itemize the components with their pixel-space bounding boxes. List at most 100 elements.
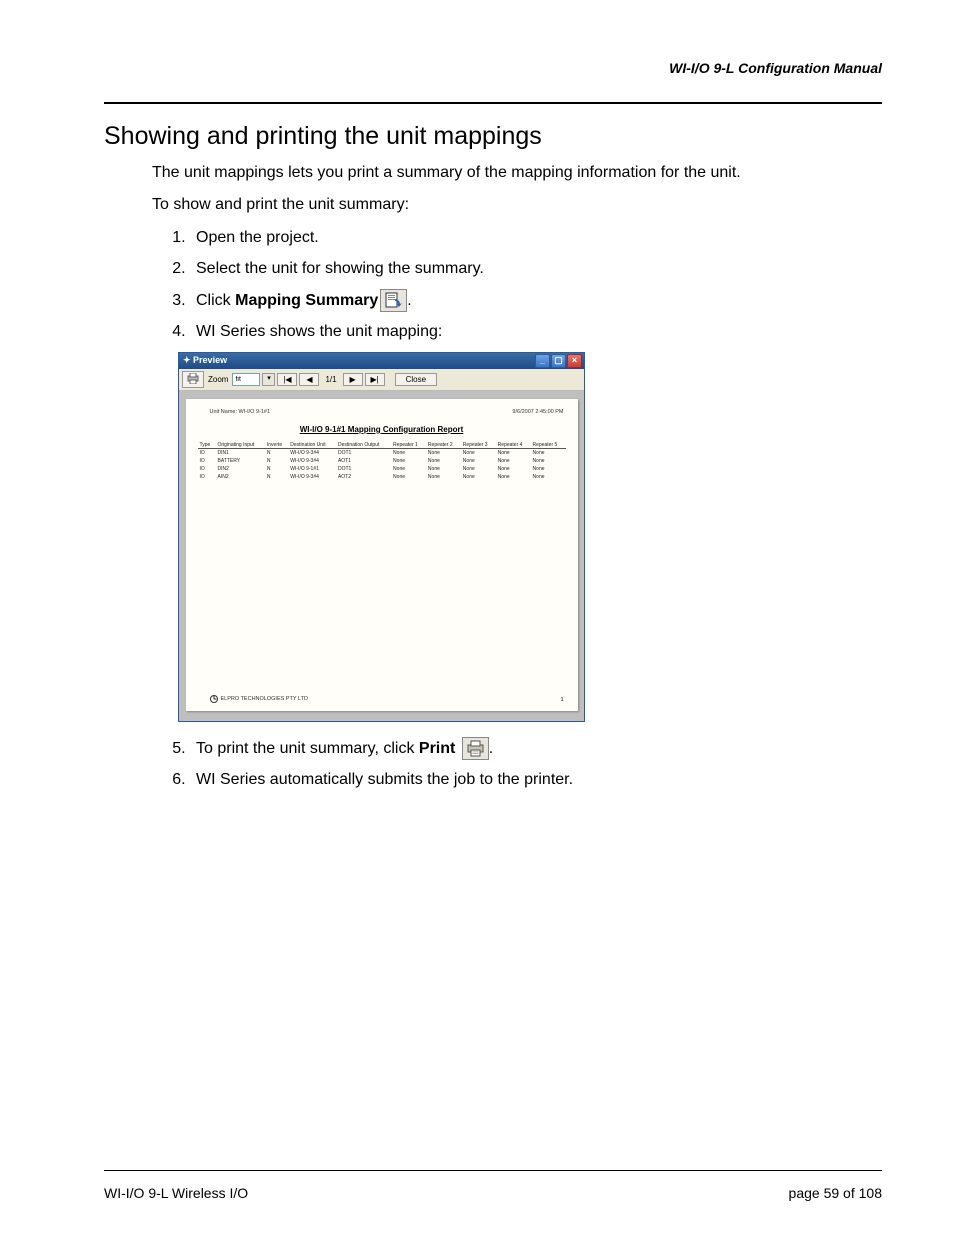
col-destu: Destination Unit [288, 440, 336, 449]
cell-destu: WI-I/O 9-1#1 [288, 465, 336, 473]
zoom-dropdown-button[interactable]: ▾ [262, 373, 275, 386]
step-5: To print the unit summary, click Print . [190, 736, 882, 762]
step-3-prefix: Click [196, 292, 235, 309]
print-icon [462, 737, 489, 760]
cell-destu: WI-I/O 9-3#4 [288, 473, 336, 481]
toolbar-print-button[interactable] [182, 371, 204, 388]
mapping-summary-icon [380, 289, 407, 312]
cell-r2: None [426, 457, 461, 465]
preview-toolbar: Zoom ▾ |◀ ◀ 1/1 ▶ ▶| Close [179, 369, 584, 391]
window-minimize-button[interactable]: _ [535, 354, 550, 368]
cell-desto: AOT2 [336, 473, 391, 481]
footer-rule [104, 1170, 882, 1171]
cell-destu: WI-I/O 9-3#4 [288, 448, 336, 457]
intro-paragraph-2: To show and print the unit summary: [152, 193, 882, 217]
col-r3: Repeater 3 [461, 440, 496, 449]
nav-first-button[interactable]: |◀ [277, 373, 297, 386]
table-row: IODIN1NWI-I/O 9-3#4DOT1NoneNoneNoneNoneN… [198, 448, 566, 457]
step-3-command: Mapping Summary [235, 292, 378, 309]
cell-inv: N [265, 448, 288, 457]
preview-titlebar: ✦ Preview _ ▢ × [179, 353, 584, 369]
step-1: Open the project. [190, 225, 882, 251]
doc-header: WI-I/O 9-L Configuration Manual [669, 60, 882, 76]
col-type: Type [198, 440, 216, 449]
nav-last-button[interactable]: ▶| [365, 373, 385, 386]
step-6: WI Series automatically submits the job … [190, 767, 882, 793]
cell-r3: None [461, 457, 496, 465]
col-r4: Repeater 4 [496, 440, 531, 449]
cell-desto: AOT1 [336, 457, 391, 465]
preview-close-button[interactable]: Close [395, 373, 437, 386]
nav-prev-button[interactable]: ◀ [299, 373, 319, 386]
step-5-suffix: . [489, 740, 493, 757]
col-r5: Repeater 5 [531, 440, 566, 449]
cell-type: IO [198, 473, 216, 481]
col-inv: Inverte [265, 440, 288, 449]
step-2: Select the unit for showing the summary. [190, 256, 882, 282]
col-desto: Destination Output [336, 440, 391, 449]
preview-title-icon: ✦ Preview [183, 355, 227, 366]
table-row: IODIN2NWI-I/O 9-1#1DOT1NoneNoneNoneNoneN… [198, 465, 566, 473]
logo-icon [210, 695, 218, 703]
cell-r1: None [391, 448, 426, 457]
report-footer-left: ELPRO TECHNOLOGIES PTY LTD [210, 695, 308, 703]
step-3: Click Mapping Summary. [190, 288, 882, 314]
footer-page-mid: of [839, 1185, 858, 1201]
cell-r5: None [531, 448, 566, 457]
cell-r3: None [461, 465, 496, 473]
report-meta-left: Unit Name: WI-I/O 9-1#1 [210, 409, 271, 415]
header-rule [104, 102, 882, 104]
intro-paragraph-1: The unit mappings lets you print a summa… [152, 161, 882, 185]
cell-r1: None [391, 473, 426, 481]
cell-orig: DIN2 [216, 465, 265, 473]
zoom-input[interactable] [232, 373, 260, 386]
cell-orig: BATTERY [216, 457, 265, 465]
footer-page-prefix: page [789, 1185, 824, 1201]
cell-orig: DIN1 [216, 448, 265, 457]
cell-r4: None [496, 465, 531, 473]
cell-type: IO [198, 448, 216, 457]
cell-r4: None [496, 448, 531, 457]
table-row: IOAIN2NWI-I/O 9-3#4AOT2NoneNoneNoneNoneN… [198, 473, 566, 481]
cell-r5: None [531, 473, 566, 481]
cell-desto: DOT1 [336, 448, 391, 457]
report-table: Type Originating Input Inverte Destinati… [198, 440, 566, 481]
cell-r3: None [461, 473, 496, 481]
table-header-row: Type Originating Input Inverte Destinati… [198, 440, 566, 449]
report-footer-left-text: ELPRO TECHNOLOGIES PTY LTD [221, 696, 308, 702]
window-close-button[interactable]: × [567, 354, 582, 368]
zoom-label: Zoom [208, 375, 228, 384]
section-heading: Showing and printing the unit mappings [104, 122, 882, 151]
footer-page-current: 59 [824, 1185, 840, 1201]
window-maximize-button[interactable]: ▢ [551, 354, 566, 368]
cell-inv: N [265, 473, 288, 481]
cell-r1: None [391, 465, 426, 473]
footer-page-total: 108 [859, 1185, 882, 1201]
footer-right: page 59 of 108 [789, 1185, 882, 1201]
step-5-command: Print [419, 740, 455, 757]
cell-desto: DOT1 [336, 465, 391, 473]
cell-inv: N [265, 465, 288, 473]
footer-left: WI-I/O 9-L Wireless I/O [104, 1185, 248, 1201]
col-r1: Repeater 1 [391, 440, 426, 449]
cell-destu: WI-I/O 9-3#4 [288, 457, 336, 465]
cell-inv: N [265, 457, 288, 465]
step-4: WI Series shows the unit mapping: [190, 319, 882, 345]
cell-r3: None [461, 448, 496, 457]
cell-r2: None [426, 448, 461, 457]
preview-canvas: Unit Name: WI-I/O 9-1#1 9/6/2007 2:45:00… [179, 391, 584, 721]
report-footer-right: 1 [560, 697, 563, 703]
col-r2: Repeater 2 [426, 440, 461, 449]
cell-type: IO [198, 465, 216, 473]
report-title: WI-I/O 9-1#1 Mapping Configuration Repor… [198, 425, 566, 434]
cell-orig: AIN2 [216, 473, 265, 481]
table-row: IOBATTERYNWI-I/O 9-3#4AOT1NoneNoneNoneNo… [198, 457, 566, 465]
cell-r4: None [496, 473, 531, 481]
nav-next-button[interactable]: ▶ [343, 373, 363, 386]
cell-r2: None [426, 473, 461, 481]
preview-title-text: Preview [193, 355, 227, 365]
cell-r1: None [391, 457, 426, 465]
cell-r5: None [531, 465, 566, 473]
cell-r4: None [496, 457, 531, 465]
report-page: Unit Name: WI-I/O 9-1#1 9/6/2007 2:45:00… [186, 399, 578, 711]
